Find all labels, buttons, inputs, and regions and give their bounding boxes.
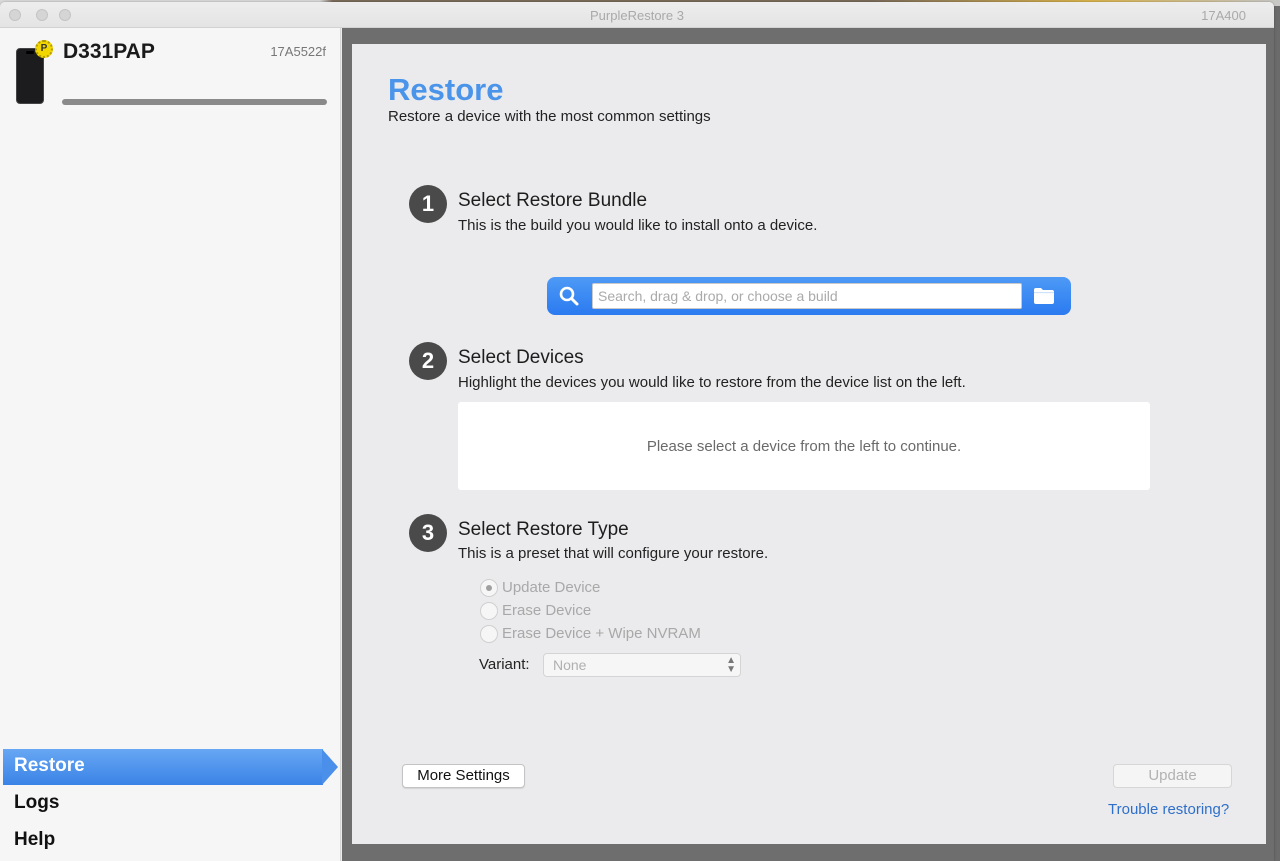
window-build-label: 17A400 <box>1201 8 1246 23</box>
chevron-up-down-icon: ▲ ▼ <box>726 655 736 675</box>
variant-select[interactable]: None ▲ ▼ <box>543 653 741 677</box>
search-icon[interactable] <box>558 285 580 307</box>
device-progress-bar <box>62 99 327 105</box>
device-name: D331PAP <box>63 40 155 63</box>
sidebar-item-label: Help <box>14 829 56 850</box>
selected-devices-box: Please select a device from the left to … <box>458 402 1150 490</box>
sidebar-item-label: Restore <box>14 755 85 776</box>
page-title: Restore <box>388 72 504 107</box>
sidebar-item-restore[interactable]: Restore <box>0 749 341 785</box>
restore-panel: Restore Restore a device with the most c… <box>352 44 1266 844</box>
step-desc-bundle: This is the build you would like to inst… <box>458 217 818 234</box>
selection-arrow-icon <box>322 749 338 785</box>
step-title-bundle: Select Restore Bundle <box>458 190 648 211</box>
window-title: PurpleRestore 3 <box>590 8 684 23</box>
radio-label: Erase Device <box>502 602 592 619</box>
sidebar-item-help[interactable]: Help <box>0 823 341 859</box>
more-settings-button[interactable]: More Settings <box>402 764 525 788</box>
variant-value: None <box>553 657 587 673</box>
bundle-search-bar <box>547 277 1071 315</box>
radio-label: Update Device <box>502 579 601 596</box>
device-box-message: Please select a device from the left to … <box>646 438 962 455</box>
sidebar-item-logs[interactable]: Logs <box>0 786 341 822</box>
sidebar: P D331PAP 17A5522f Restore Logs Help <box>0 28 341 861</box>
step-desc-restore-type: This is a preset that will configure you… <box>458 545 769 562</box>
radio-button[interactable] <box>480 579 498 597</box>
step-number-2: 2 <box>409 342 447 380</box>
page-subtitle: Restore a device with the most common se… <box>388 108 711 125</box>
title-bar[interactable]: PurpleRestore 3 17A400 <box>0 2 1274 28</box>
step-number-3: 3 <box>409 514 447 552</box>
folder-icon[interactable] <box>1033 286 1055 306</box>
bundle-search-input[interactable] <box>592 283 1022 309</box>
trouble-restoring-link[interactable]: Trouble restoring? <box>1108 801 1229 818</box>
update-button[interactable]: Update <box>1113 764 1232 788</box>
step-title-restore-type: Select Restore Type <box>458 519 629 540</box>
step-title-devices: Select Devices <box>458 347 584 368</box>
radio-button[interactable] <box>480 625 498 643</box>
radio-button[interactable] <box>480 602 498 620</box>
sidebar-item-label: Logs <box>14 792 60 813</box>
step-desc-devices: Highlight the devices you would like to … <box>458 374 966 391</box>
beta-badge-icon: P <box>35 40 53 58</box>
device-list-item[interactable]: P D331PAP 17A5522f <box>0 28 341 118</box>
device-build: 17A5522f <box>270 44 326 59</box>
radio-label: Erase Device + Wipe NVRAM <box>502 625 701 642</box>
step-number-1: 1 <box>409 185 447 223</box>
variant-label: Variant: <box>479 656 530 673</box>
